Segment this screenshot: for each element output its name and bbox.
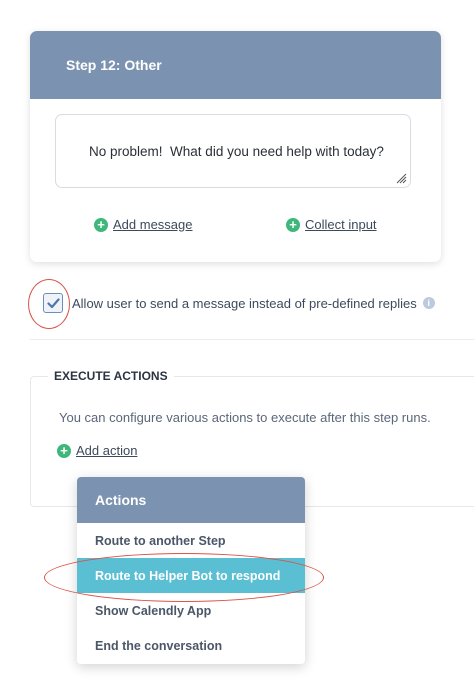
step-header: Step 12: Other [30, 31, 441, 99]
step-card: Step 12: Other No problem! What did you … [30, 31, 441, 262]
step-title: Step 12: Other [66, 57, 162, 73]
allow-user-message-label: Allow user to send a message instead of … [72, 295, 417, 311]
add-message-button[interactable]: + Add message [94, 217, 193, 232]
message-textarea[interactable]: No problem! What did you need help with … [55, 114, 411, 188]
collect-input-label: Collect input [305, 217, 377, 232]
allow-user-message-setting: Allow user to send a message instead of … [43, 293, 435, 313]
resize-grip-icon[interactable] [396, 173, 407, 184]
action-item-label: End the conversation [95, 638, 223, 653]
execute-actions-title: EXECUTE ACTIONS [48, 369, 174, 383]
add-message-label: Add message [113, 217, 193, 232]
add-action-label: Add action [76, 443, 138, 458]
message-text: No problem! What did you need help with … [89, 144, 384, 159]
add-action-button[interactable]: + Add action [57, 443, 137, 458]
actions-dropdown-title: Actions [95, 492, 147, 508]
action-item-label: Route to another Step [95, 533, 226, 548]
info-icon[interactable]: i [422, 297, 435, 309]
actions-dropdown-header: Actions [77, 477, 305, 523]
plus-circle-icon: + [57, 443, 71, 458]
annotation-ellipse [44, 553, 324, 602]
action-item-label: Show Calendly App [95, 603, 212, 618]
collect-input-button[interactable]: + Collect input [286, 217, 377, 232]
action-end-conversation[interactable]: End the conversation [77, 628, 305, 663]
plus-circle-icon: + [94, 217, 108, 232]
divider [30, 339, 474, 340]
execute-actions-description: You can configure various actions to exe… [59, 410, 431, 425]
plus-circle-icon: + [286, 217, 300, 232]
annotation-circle [28, 279, 70, 329]
